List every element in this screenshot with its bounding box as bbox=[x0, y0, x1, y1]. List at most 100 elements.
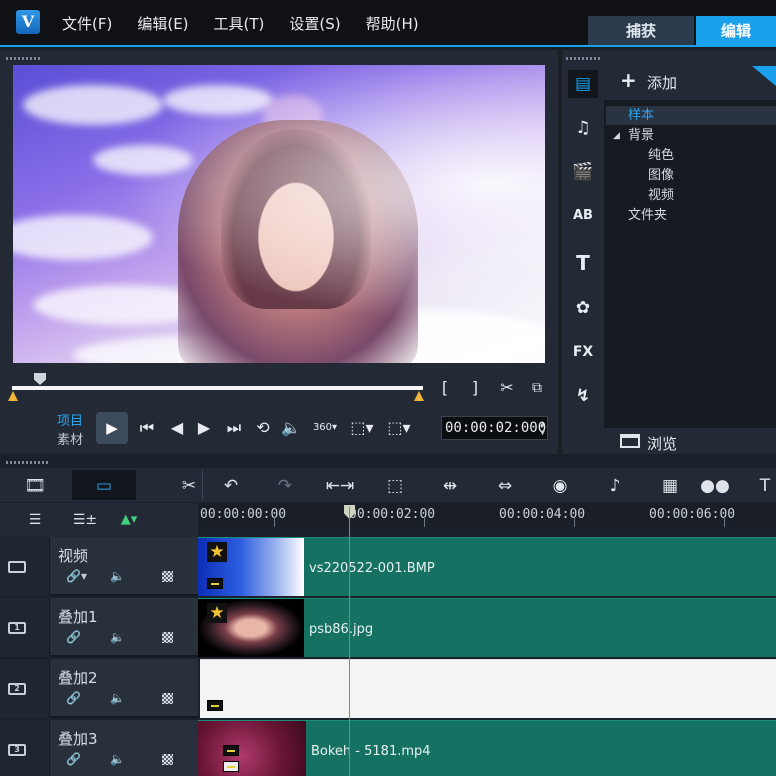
track-num: 3 bbox=[0, 720, 50, 776]
menu-edit[interactable]: 编辑(E) bbox=[137, 13, 188, 34]
track-num bbox=[0, 537, 50, 596]
clip-overlay-1[interactable]: ★ psb86.jpg bbox=[198, 598, 776, 657]
menu-settings[interactable]: 设置(S) bbox=[289, 13, 340, 34]
track-header-overlay-2[interactable]: 2 叠加2 🔗 🔈 bbox=[0, 659, 198, 718]
library-grip[interactable] bbox=[566, 57, 602, 60]
add-label: 添加 bbox=[647, 74, 678, 92]
volume-icon[interactable]: 🔈 bbox=[281, 418, 301, 438]
track-volume-icon[interactable]: 🔈 bbox=[110, 752, 125, 766]
transparency-icon[interactable] bbox=[162, 693, 173, 704]
clip-video[interactable]: ★ vs220522-001.BMP bbox=[198, 537, 776, 596]
track-header-overlay-1[interactable]: 1 叠加1 🔗 🔈 bbox=[0, 598, 198, 657]
repeat-icon[interactable]: ⟲ bbox=[253, 418, 273, 438]
clip-overlay-3[interactable]: Bokeh - 5181.mp4 bbox=[198, 720, 776, 776]
clip-overlay-2[interactable] bbox=[200, 659, 776, 718]
mark-in-icon[interactable]: [ bbox=[436, 378, 454, 398]
fit-window-icon[interactable]: ⬚ bbox=[380, 474, 410, 498]
tree-item-folder[interactable]: 文件夹 bbox=[628, 207, 667, 225]
prev-frame-icon[interactable]: ◀ bbox=[167, 418, 187, 438]
transparency-icon[interactable] bbox=[162, 571, 173, 582]
track-lane-overlay-2[interactable] bbox=[198, 659, 776, 718]
title-tool-icon[interactable]: T bbox=[750, 474, 776, 498]
path-icon[interactable]: ↯ bbox=[568, 382, 598, 410]
next-frame-icon[interactable]: ▶ bbox=[194, 418, 214, 438]
audio-mixer-icon[interactable]: ♪ bbox=[600, 474, 630, 498]
zoom-icon[interactable]: ⇹ bbox=[435, 474, 465, 498]
link-icon[interactable]: 🔗 bbox=[66, 630, 81, 644]
tree-item-background[interactable]: 背景 bbox=[628, 127, 654, 145]
mask-icon[interactable]: ●● bbox=[700, 474, 730, 498]
storyboard-view-icon[interactable]: 🎞 bbox=[20, 474, 50, 498]
clip-name: psb86.jpg bbox=[309, 622, 374, 637]
add-folder-button[interactable]: + 添加 bbox=[604, 62, 776, 100]
tree-expand-icon[interactable]: ◢ bbox=[613, 127, 620, 145]
multicam-icon[interactable]: ▦ bbox=[655, 474, 685, 498]
media-icon[interactable]: ▤ bbox=[568, 70, 598, 98]
undo-icon[interactable]: ↶ bbox=[216, 474, 246, 498]
tree-item-video[interactable]: 视频 bbox=[648, 187, 674, 205]
timeline-view-icon[interactable]: ▭ bbox=[89, 474, 119, 498]
star-icon: ★ bbox=[207, 542, 227, 562]
mark-out-icon[interactable]: ] bbox=[466, 378, 484, 398]
menu-help[interactable]: 帮助(H) bbox=[366, 13, 419, 34]
aspect-ratio-icon[interactable]: ⬚▾ bbox=[347, 418, 377, 438]
tab-edit[interactable]: 编辑 bbox=[696, 16, 776, 46]
track-volume-icon[interactable]: 🔈 bbox=[110, 630, 125, 644]
play-icon: ▶ bbox=[106, 419, 118, 437]
link-icon[interactable]: 🔗 bbox=[66, 752, 81, 766]
chapter-icon[interactable]: ▲▾ bbox=[114, 508, 144, 532]
tree-item-solid[interactable]: 纯色 bbox=[648, 147, 674, 165]
track-volume-icon[interactable]: 🔈 bbox=[110, 569, 125, 583]
scrubber-bar[interactable] bbox=[12, 386, 423, 390]
add-track-icon[interactable]: ☰± bbox=[70, 508, 100, 532]
overlay-track-icon: 2 bbox=[8, 683, 26, 695]
link-icon[interactable]: 🔗 bbox=[66, 691, 81, 705]
text-icon[interactable]: T bbox=[568, 249, 598, 277]
transition-icon[interactable]: 🎬 bbox=[568, 158, 598, 186]
menu-file[interactable]: 文件(F) bbox=[62, 13, 112, 34]
track-height-icon[interactable]: ⇔ bbox=[490, 474, 520, 498]
timecode-field[interactable]: 00:00:02:000 ▲ ▼ bbox=[441, 416, 548, 440]
track-lane-overlay-1[interactable]: ★ psb86.jpg bbox=[198, 598, 776, 657]
title-ab-icon[interactable]: AB bbox=[568, 202, 598, 230]
track-lane-overlay-3[interactable]: Bokeh - 5181.mp4 bbox=[198, 720, 776, 776]
tools-icon[interactable]: ✂ bbox=[174, 474, 204, 498]
menu-tools[interactable]: 工具(T) bbox=[214, 13, 265, 34]
go-end-icon[interactable]: ⏭ bbox=[224, 418, 244, 438]
tree-item-sample[interactable]: 样本 bbox=[628, 107, 654, 125]
split-clip-icon[interactable]: ✂ bbox=[496, 378, 518, 398]
360-icon[interactable]: 360▾ bbox=[308, 418, 342, 438]
track-volume-icon[interactable]: 🔈 bbox=[110, 691, 125, 705]
audio-icon[interactable]: ♫ bbox=[568, 114, 598, 142]
tree-item-image[interactable]: 图像 bbox=[648, 167, 674, 185]
track-header-overlay-3[interactable]: 3 叠加3 🔗 🔈 bbox=[0, 720, 198, 776]
browse-label: 浏览 bbox=[647, 435, 678, 453]
transparency-icon[interactable] bbox=[162, 632, 173, 643]
browse-button[interactable]: 浏览 bbox=[604, 428, 776, 454]
track-lane-video[interactable]: ★ vs220522-001.BMP bbox=[198, 537, 776, 596]
title-bar: V 文件(F) 编辑(E) 工具(T) 设置(S) 帮助(H) 捕获 编辑 bbox=[0, 0, 776, 46]
link-icon[interactable]: 🔗▾ bbox=[66, 569, 87, 583]
fx-icon[interactable]: FX bbox=[568, 338, 598, 366]
go-start-icon[interactable]: ⏮ bbox=[137, 418, 157, 438]
track-header-video[interactable]: 视频 🔗▾ 🔈 bbox=[0, 537, 198, 596]
timeline-grip[interactable] bbox=[6, 461, 50, 464]
panel-grip[interactable] bbox=[6, 57, 42, 60]
record-icon[interactable]: ◉ bbox=[545, 474, 575, 498]
play-button[interactable]: ▶ bbox=[96, 412, 128, 444]
graphics-icon[interactable]: ✿ bbox=[568, 294, 598, 322]
timecode-stepper-icon[interactable]: ▲ ▼ bbox=[540, 419, 545, 437]
playhead-line[interactable] bbox=[349, 507, 350, 776]
fit-project-icon[interactable]: ⇤⇥ bbox=[325, 474, 355, 498]
mode-clip[interactable]: 素材 bbox=[57, 429, 83, 448]
ruler-label-4: 00:00:04:00 bbox=[499, 507, 586, 522]
enlarge-preview-icon[interactable]: ⧉ bbox=[526, 378, 548, 398]
toolbar-divider bbox=[202, 470, 203, 500]
motion-icon bbox=[207, 578, 223, 589]
track-manager-icon[interactable]: ☰ bbox=[20, 508, 50, 532]
tab-capture[interactable]: 捕获 bbox=[588, 16, 694, 46]
mode-project[interactable]: 项目 bbox=[57, 410, 83, 429]
redo-icon[interactable]: ↷ bbox=[270, 474, 300, 498]
transparency-icon[interactable] bbox=[162, 754, 173, 765]
crop-icon[interactable]: ⬚▾ bbox=[384, 418, 414, 438]
